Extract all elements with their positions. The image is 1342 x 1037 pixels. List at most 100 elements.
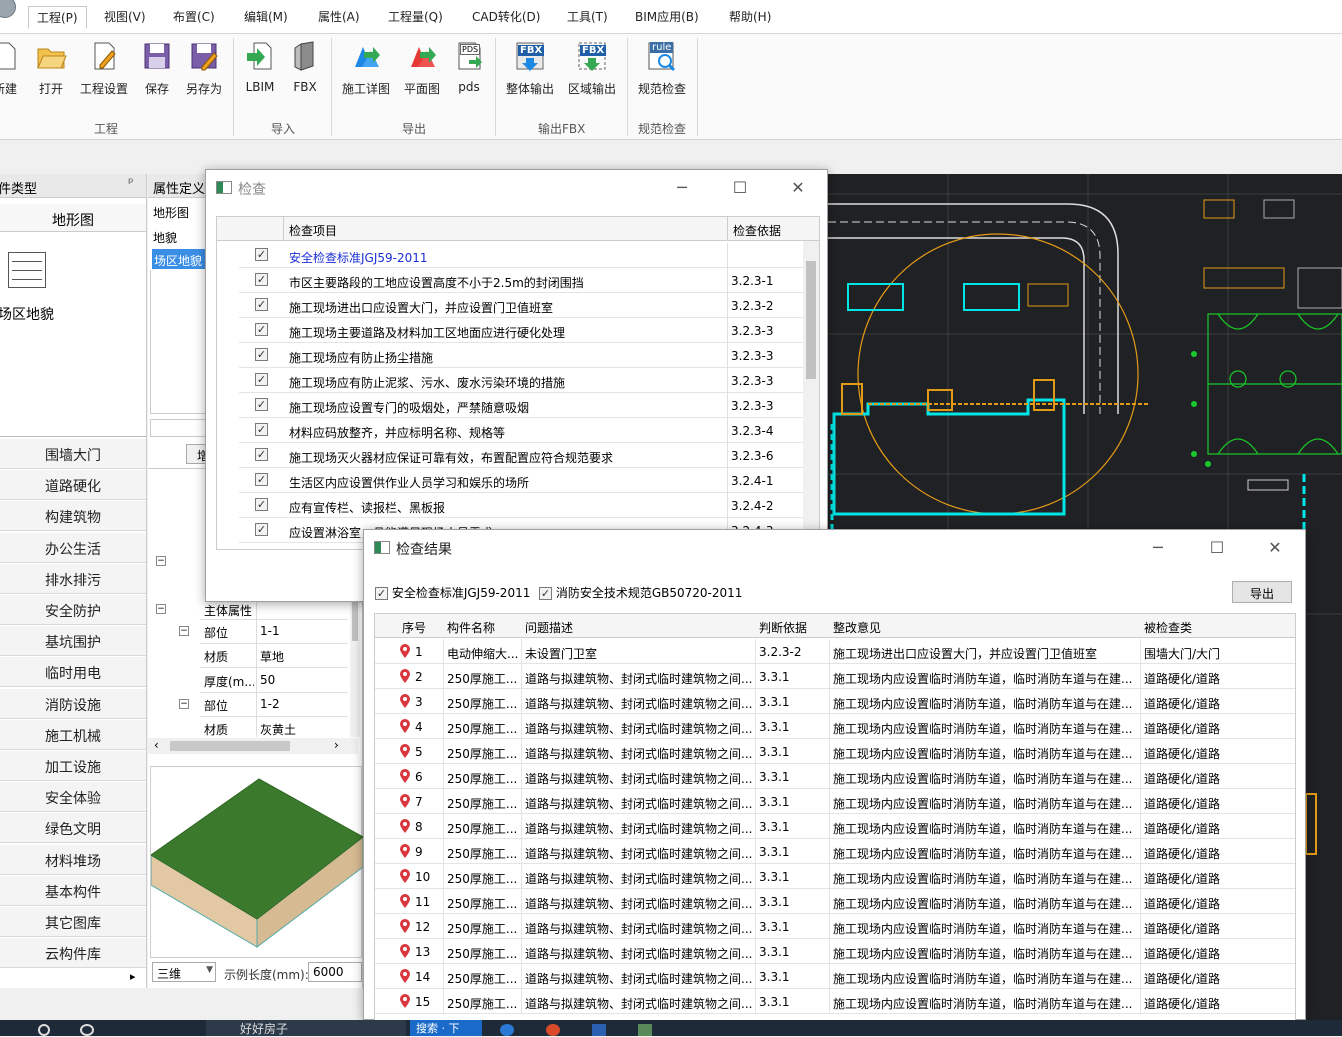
row-checkbox[interactable]: ✓ (255, 473, 268, 486)
menu-layout[interactable]: 布置(C) (173, 8, 215, 25)
floor-plan-button[interactable]: 平面图 (395, 40, 449, 97)
task-view-icon[interactable] (80, 1024, 94, 1036)
export-region-fbx-button[interactable]: FBX 区域输出 (565, 40, 619, 97)
menu-attribute[interactable]: 属性(A) (318, 8, 360, 25)
expand-icon[interactable]: − (156, 556, 166, 566)
result-row[interactable]: 2 250厚施工... 道路与拟建筑物、封闭式临时建筑物之间... 3.3.1 施工现场… (375, 664, 1295, 689)
result-row[interactable]: 15 250厚施工... 道路与拟建筑物、封闭式临时建筑物之间... 3.3.1 施工现… (375, 989, 1295, 1014)
pin-icon[interactable]: ᵖ (128, 176, 134, 191)
check-row[interactable]: ✓ 施工现场主要道路及材料加工区地面应进行硬化处理 3.2.3-3 (239, 318, 819, 343)
row-checkbox[interactable]: ✓ (255, 498, 268, 511)
row-checkbox[interactable]: ✓ (255, 273, 268, 286)
construction-detail-button[interactable]: 施工详图 (339, 40, 393, 97)
property-value[interactable]: 草地 (260, 648, 284, 665)
close-icon[interactable]: ✕ (788, 178, 808, 198)
terrain-tab[interactable]: 地形图 (0, 204, 146, 232)
location-pin-icon[interactable] (400, 694, 410, 708)
rule-check-button[interactable]: rule 规范检查 (635, 40, 689, 97)
check-row[interactable]: ✓ 材料应码放整齐，并应标明名称、规格等 3.2.3-4 (239, 418, 819, 443)
location-pin-icon[interactable] (400, 769, 410, 783)
export-button[interactable]: 导出 (1232, 581, 1292, 603)
location-pin-icon[interactable] (400, 794, 410, 808)
category-button[interactable]: 材料堆场 (0, 844, 146, 875)
location-pin-icon[interactable] (400, 894, 410, 908)
filter-checkbox[interactable]: ✓ (539, 587, 552, 600)
menu-help[interactable]: 帮助(H) (729, 8, 771, 25)
location-pin-icon[interactable] (400, 669, 410, 683)
app-logo-icon[interactable] (0, 0, 16, 18)
row-checkbox[interactable]: ✓ (255, 248, 268, 261)
category-button[interactable]: 安全体验 (0, 782, 146, 813)
category-button[interactable]: 办公生活 (0, 532, 146, 563)
app-icon[interactable] (546, 1024, 560, 1036)
menu-quantity[interactable]: 工程量(Q) (388, 8, 443, 25)
check-row[interactable]: ✓ 市区主要路段的工地应设置高度不小于2.5m的封闭围挡 3.2.3-1 (239, 268, 819, 293)
vertical-scrollbar[interactable] (350, 599, 360, 737)
terrain-icon[interactable] (8, 252, 46, 288)
property-value[interactable]: 灰黄土 (260, 721, 296, 738)
app-icon[interactable] (638, 1024, 652, 1036)
category-button[interactable]: 绿色文明 (0, 813, 146, 844)
location-pin-icon[interactable] (400, 969, 410, 983)
expand-icon[interactable]: − (179, 626, 189, 636)
result-row[interactable]: 3 250厚施工... 道路与拟建筑物、封闭式临时建筑物之间... 3.3.1 施工现场… (375, 689, 1295, 714)
location-pin-icon[interactable] (400, 994, 410, 1008)
menu-tools[interactable]: 工具(T) (567, 8, 608, 25)
category-button[interactable]: 构建筑物 (0, 501, 146, 532)
category-button[interactable]: 安全防护 (0, 595, 146, 625)
maximize-icon[interactable]: ☐ (730, 178, 750, 198)
tree-item-landform[interactable]: 地貌 (153, 225, 177, 249)
check-row[interactable]: ✓ 生活区内应设置供作业人员学习和娱乐的场所 3.2.4-1 (239, 468, 819, 493)
word-icon[interactable] (592, 1024, 606, 1036)
project-settings-button[interactable]: 工程设置 (77, 40, 131, 97)
fbx-import-button[interactable]: FBX (278, 40, 332, 94)
row-checkbox[interactable]: ✓ (255, 348, 268, 361)
save-as-button[interactable]: 另存为 (177, 40, 231, 97)
result-row[interactable]: 11 250厚施工... 道路与拟建筑物、封闭式临时建筑物之间... 3.3.1 施工现… (375, 889, 1295, 914)
taskbar-app[interactable]: 好好房子 (206, 1020, 406, 1036)
tree-item-terrain[interactable]: 地形图 (153, 200, 189, 224)
category-button[interactable]: 施工机械 (0, 719, 146, 750)
minimize-icon[interactable]: ─ (1148, 538, 1168, 558)
menu-view[interactable]: 视图(V) (104, 8, 146, 25)
result-row[interactable]: 4 250厚施工... 道路与拟建筑物、封闭式临时建筑物之间... 3.3.1 施工现场… (375, 714, 1295, 739)
result-row[interactable]: 6 250厚施工... 道路与拟建筑物、封闭式临时建筑物之间... 3.3.1 施工现场… (375, 764, 1295, 789)
row-checkbox[interactable]: ✓ (255, 523, 268, 536)
result-row[interactable]: 14 250厚施工... 道路与拟建筑物、封闭式临时建筑物之间... 3.3.1 施工现… (375, 964, 1295, 989)
check-row[interactable]: ✓ 施工现场应设置专门的吸烟处，严禁随意吸烟 3.2.3-3 (239, 393, 819, 418)
result-row[interactable]: 1 电动伸缩大... 未设置门卫室 3.2.3-2 施工现场进出口应设置大门，并应设置门… (375, 639, 1295, 664)
open-button[interactable]: 打开 (24, 40, 78, 97)
result-row[interactable]: 10 250厚施工... 道路与拟建筑物、封闭式临时建筑物之间... 3.3.1 施工现… (375, 864, 1295, 889)
check-row[interactable]: ✓ 施工现场应有防止扬尘措施 3.2.3-3 (239, 343, 819, 368)
category-button[interactable]: 临时用电 (0, 657, 146, 688)
check-table-scrollbar[interactable] (803, 241, 819, 549)
minimize-icon[interactable]: ─ (672, 178, 692, 198)
location-pin-icon[interactable] (400, 719, 410, 733)
search-icon[interactable] (38, 1024, 50, 1036)
menu-cad[interactable]: CAD转化(D) (472, 8, 540, 25)
row-checkbox[interactable]: ✓ (255, 298, 268, 311)
pds-button[interactable]: PDS pds (442, 40, 496, 94)
location-pin-icon[interactable] (400, 744, 410, 758)
result-row[interactable]: 5 250厚施工... 道路与拟建筑物、封闭式临时建筑物之间... 3.3.1 施工现场… (375, 739, 1295, 764)
filter-checkbox[interactable]: ✓ (375, 587, 388, 600)
location-pin-icon[interactable] (400, 844, 410, 858)
category-button[interactable]: 消防设施 (0, 688, 146, 719)
property-value[interactable]: 50 (260, 673, 275, 687)
save-button[interactable]: 保存 (130, 40, 184, 97)
menu-bim[interactable]: BIM应用(B) (635, 8, 699, 25)
expand-icon[interactable]: − (156, 604, 166, 614)
search-field[interactable] (150, 419, 210, 437)
row-checkbox[interactable]: ✓ (255, 373, 268, 386)
check-row[interactable]: ✓ 施工现场灭火器材应保证可靠有效，布置配置应符合规范要求 3.2.3-6 (239, 443, 819, 468)
filter-gb50720[interactable]: ✓ 消防安全技术规范GB50720-2011 (539, 584, 742, 601)
row-checkbox[interactable]: ✓ (255, 423, 268, 436)
check-row[interactable]: ✓ 施工现场应有防止泥浆、污水、废水污染环境的措施 3.2.3-3 (239, 368, 819, 393)
taskbar-active-item[interactable]: 搜索 · 下 (410, 1020, 482, 1036)
category-button[interactable]: 基本构件 (0, 875, 146, 906)
check-row[interactable]: ✓ 应有宣传栏、读报栏、黑板报 3.2.4-2 (239, 493, 819, 518)
maximize-icon[interactable]: ☐ (1207, 538, 1227, 558)
scroll-right-arrow[interactable]: ▸ (130, 970, 136, 983)
row-checkbox[interactable]: ✓ (255, 448, 268, 461)
tree-item-site-landform[interactable]: 场区地貌 (152, 249, 208, 269)
